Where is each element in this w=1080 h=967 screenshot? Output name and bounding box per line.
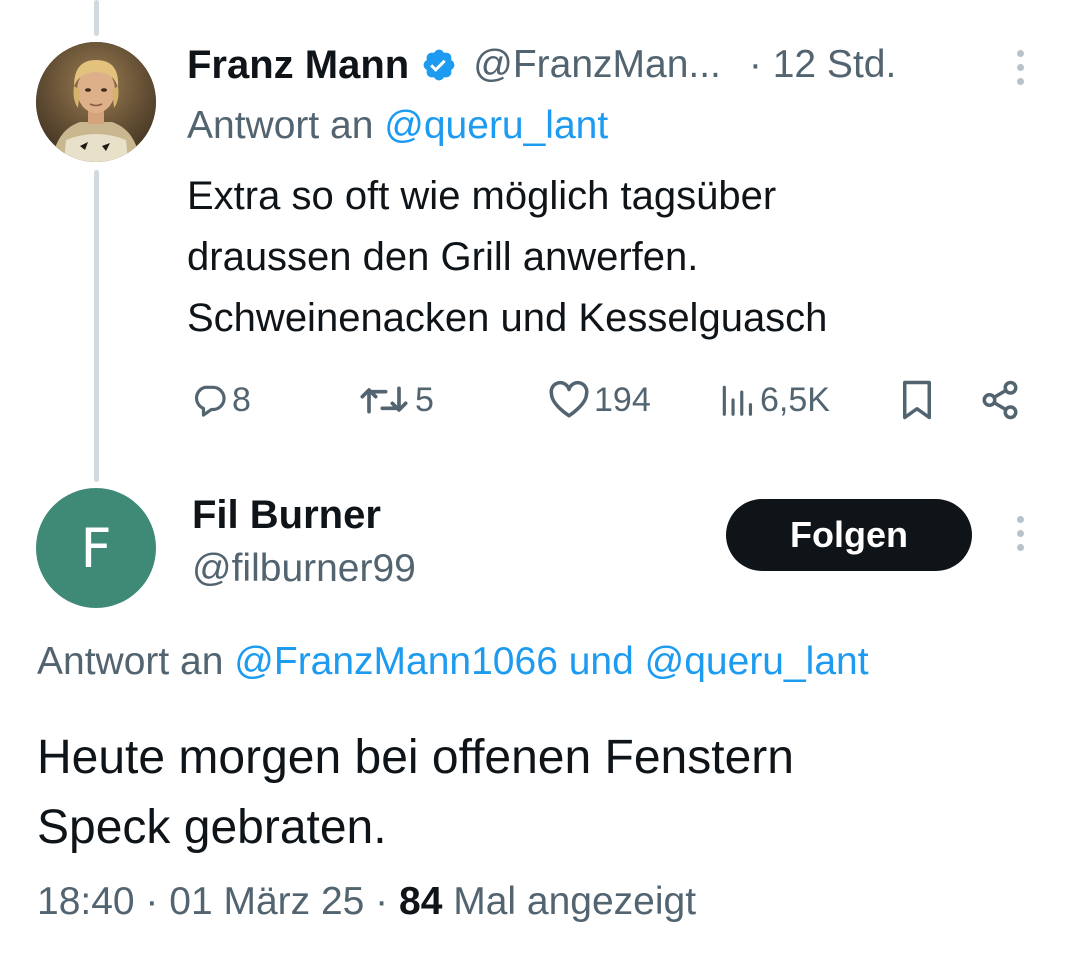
bookmark-action[interactable] — [899, 375, 935, 425]
reply-to-handle-link-1[interactable]: @FranzMann1066 — [234, 640, 558, 683]
parent-tweet-text-line: Schweinenacken und Kesselguasch — [187, 296, 828, 340]
reply-to-handle-link-2[interactable]: @queru_lant — [645, 640, 869, 683]
follow-button[interactable]: Folgen — [726, 499, 972, 571]
main-reply-to: Antwort an @FranzMann1066 und @queru_lan… — [37, 640, 869, 684]
main-tweet-views-count: 84 — [399, 880, 443, 923]
main-tweet-more-icon[interactable] — [1016, 516, 1024, 551]
bookmark-icon — [903, 380, 931, 420]
retweet-action[interactable]: 5 — [357, 375, 434, 425]
reply-to-handle-link[interactable]: @queru_lant — [384, 104, 608, 147]
fil-burner-handle[interactable]: @filburner99 — [192, 547, 416, 591]
retweet-count: 5 — [415, 380, 434, 419]
parent-tweet-more-icon[interactable] — [1016, 50, 1024, 85]
reply-to-label: Antwort an — [187, 104, 374, 147]
reply-count: 8 — [232, 380, 251, 419]
main-tweet-text-line: Speck gebraten. — [37, 801, 387, 854]
franz-mann-avatar[interactable] — [36, 42, 156, 162]
main-tweet-text: Heute morgen bei offenen Fenstern Speck … — [37, 723, 1037, 863]
views-count: 6,5K — [760, 380, 830, 419]
parent-reply-to: Antwort an @queru_lant — [187, 104, 608, 148]
reply-action[interactable]: 8 — [190, 375, 251, 425]
franz-mann-display-name[interactable]: Franz Mann — [187, 43, 409, 88]
main-tweet-text-line: Heute morgen bei offenen Fenstern — [37, 731, 794, 784]
heart-icon — [549, 380, 589, 418]
thread-line — [94, 170, 99, 482]
parent-tweet-text-line: Extra so oft wie möglich tagsüber — [187, 174, 777, 218]
thread-line-top — [94, 0, 99, 36]
reply-to-label: Antwort an — [37, 640, 224, 683]
reply-icon — [194, 385, 226, 417]
share-action[interactable] — [979, 375, 1021, 425]
fil-burner-avatar[interactable]: F — [36, 488, 156, 608]
avatar-portrait-image — [36, 42, 156, 162]
main-tweet-views-label: Mal angezeigt — [453, 880, 697, 923]
fil-burner-display-name[interactable]: Fil Burner — [192, 493, 381, 538]
parent-tweet-time[interactable]: · 12 Std. — [749, 43, 896, 87]
reply-to-and: und — [568, 640, 634, 683]
parent-tweet-action-bar: 8 5 194 6,5K — [0, 375, 1080, 425]
parent-tweet-text: Extra so oft wie möglich tagsüber drauss… — [187, 166, 1047, 349]
parent-tweet-header: Franz Mann @FranzMan... · 12 Std. — [187, 38, 896, 92]
main-tweet-timestamp[interactable]: 18:40 · 01 März 25 · — [37, 880, 388, 923]
franz-mann-handle[interactable]: @FranzMan... — [473, 43, 721, 87]
share-icon — [982, 380, 1018, 420]
views-chart-icon — [722, 385, 753, 416]
verified-badge-icon[interactable] — [421, 47, 457, 83]
like-action[interactable]: 194 — [548, 375, 651, 425]
main-tweet-meta: 18:40 · 01 März 25 · 84 Mal angezeigt — [37, 880, 696, 924]
avatar-letter: F — [80, 516, 112, 580]
like-count: 194 — [594, 380, 651, 419]
parent-tweet-text-line: draussen den Grill anwerfen. — [187, 235, 699, 279]
retweet-icon — [360, 386, 408, 414]
views-action[interactable]: 6,5K — [718, 375, 830, 425]
